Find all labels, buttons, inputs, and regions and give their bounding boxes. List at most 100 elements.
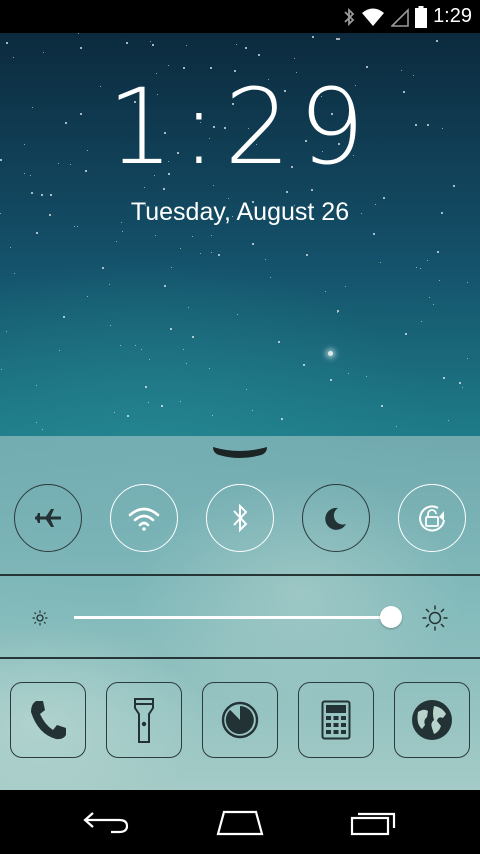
airplane-icon	[35, 509, 61, 527]
star	[453, 185, 455, 187]
star	[396, 426, 397, 427]
star	[429, 297, 430, 298]
do-not-disturb-toggle[interactable]	[302, 484, 370, 552]
star	[405, 333, 407, 335]
phone-shortcut[interactable]	[10, 682, 86, 758]
control-center-handle[interactable]	[209, 441, 271, 461]
calculator-icon	[321, 700, 351, 740]
star	[467, 358, 468, 359]
star	[192, 236, 193, 237]
star	[436, 40, 438, 42]
timer-icon	[221, 701, 259, 739]
star	[380, 262, 381, 263]
star	[281, 418, 283, 420]
star	[14, 273, 15, 274]
star	[6, 331, 7, 332]
globe-icon	[412, 700, 452, 740]
star	[114, 412, 115, 413]
star	[155, 235, 156, 236]
home-button[interactable]	[210, 804, 270, 840]
divider	[0, 574, 480, 576]
star	[116, 241, 117, 242]
wifi-toggle[interactable]	[110, 484, 178, 552]
star	[421, 321, 422, 322]
star	[78, 33, 79, 34]
star	[186, 45, 187, 46]
brightness-low-icon	[32, 610, 48, 626]
star	[36, 385, 37, 386]
star	[10, 247, 11, 248]
star	[437, 251, 439, 253]
brightness-slider-knob[interactable]	[379, 606, 402, 628]
star	[252, 410, 253, 411]
quick-toggles	[0, 478, 480, 558]
star	[180, 401, 181, 402]
star	[149, 359, 150, 360]
star	[330, 379, 332, 381]
star	[126, 42, 128, 44]
star	[161, 405, 163, 407]
star	[42, 429, 43, 430]
star	[186, 363, 187, 364]
home-icon	[216, 810, 264, 836]
star	[212, 415, 213, 416]
rotation-lock-toggle[interactable]	[398, 484, 466, 552]
wifi-icon	[361, 7, 385, 27]
divider	[0, 657, 480, 659]
star	[252, 243, 254, 245]
calculator-shortcut[interactable]	[298, 682, 374, 758]
star	[336, 38, 338, 40]
star	[306, 254, 308, 256]
star	[265, 259, 266, 260]
recents-icon	[350, 812, 396, 836]
rotation-lock-icon	[419, 505, 445, 532]
browser-shortcut[interactable]	[394, 682, 470, 758]
star	[36, 232, 38, 234]
star	[294, 58, 295, 59]
star	[245, 47, 247, 49]
star	[236, 44, 237, 45]
star	[337, 310, 339, 312]
star	[41, 194, 43, 196]
recents-button[interactable]	[344, 804, 404, 840]
star	[258, 54, 260, 56]
airplane-mode-toggle[interactable]	[14, 484, 82, 552]
lock-screen-date: Tuesday, August 26	[130, 198, 350, 226]
star	[1, 369, 2, 370]
status-time: 1:29	[433, 5, 472, 27]
timer-shortcut[interactable]	[202, 682, 278, 758]
star	[337, 312, 338, 313]
star	[43, 52, 44, 53]
star	[80, 47, 82, 49]
star	[237, 314, 238, 315]
star	[180, 248, 181, 249]
star	[170, 328, 172, 330]
star	[145, 386, 147, 388]
star	[467, 282, 468, 283]
status-bar: 1:29	[0, 0, 480, 33]
bluetooth-toggle[interactable]	[206, 484, 274, 552]
star	[171, 267, 172, 268]
star	[87, 296, 88, 297]
star	[246, 389, 247, 390]
bluetooth-icon	[233, 503, 248, 533]
back-icon	[83, 812, 129, 834]
star	[286, 191, 288, 193]
back-button[interactable]	[76, 804, 136, 840]
brightness-track[interactable]	[74, 616, 394, 619]
star	[439, 280, 440, 281]
star	[110, 325, 111, 326]
phone-icon	[31, 701, 66, 740]
star	[192, 336, 194, 338]
star	[164, 285, 166, 287]
star	[448, 420, 449, 421]
star	[373, 233, 375, 235]
star	[211, 252, 212, 253]
star	[122, 231, 123, 232]
star	[311, 189, 313, 191]
flashlight-shortcut[interactable]	[106, 682, 182, 758]
star	[13, 57, 14, 58]
star	[148, 402, 149, 403]
star	[127, 415, 129, 417]
star	[150, 41, 151, 42]
